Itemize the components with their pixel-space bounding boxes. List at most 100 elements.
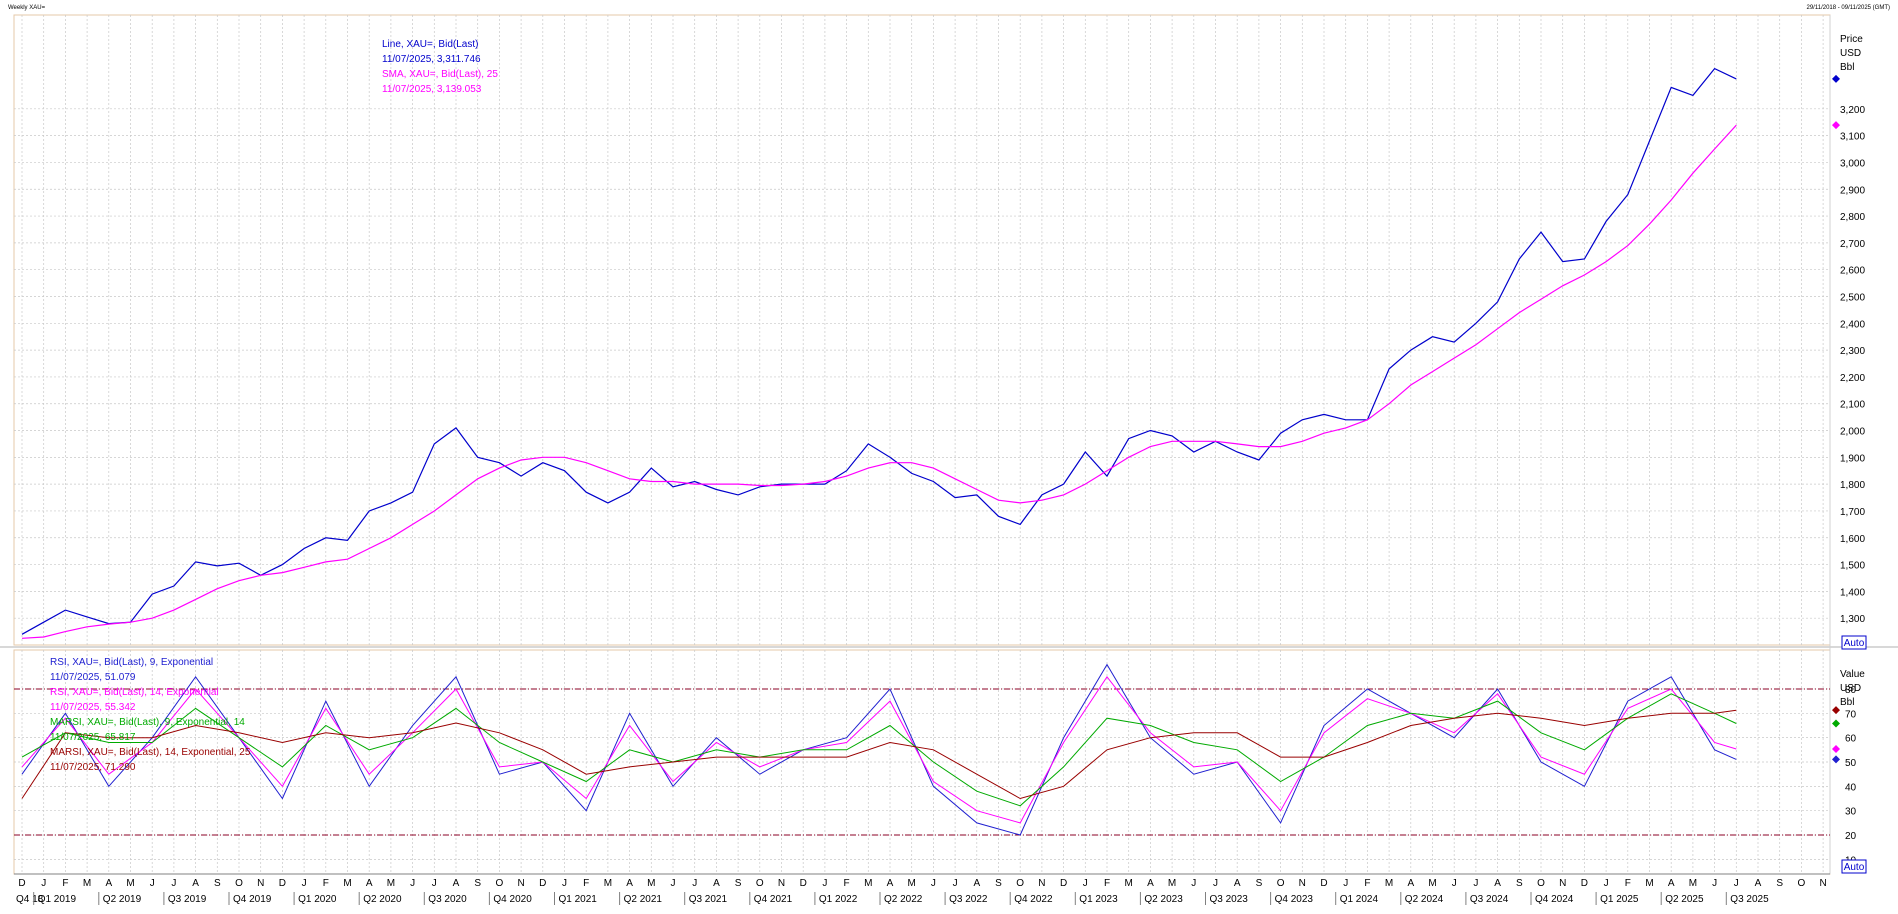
y-tick-label: 30 (1845, 807, 1857, 818)
x-month-label: J (692, 878, 697, 889)
x-month-label: M (864, 878, 872, 889)
x-month-label: J (1604, 878, 1609, 889)
x-quarter-label: Q2 2022 (884, 894, 923, 905)
marker-marsi14 (1832, 706, 1840, 715)
sma-series (21, 124, 1737, 639)
x-month-label: M (604, 878, 612, 889)
y-tick-label: 2,100 (1840, 400, 1865, 411)
x-month-label: A (1494, 878, 1501, 889)
x-month-label: J (931, 878, 936, 889)
x-month-label: S (1516, 878, 1523, 889)
price-line-series (21, 67, 1737, 635)
price-axis-title-usd: USD (1840, 48, 1861, 59)
price-series (21, 67, 1737, 639)
x-month-label: D (18, 878, 25, 889)
chart-window: Weekly XAU= 29/11/2018 - 09/11/2025 (GMT… (0, 0, 1898, 909)
x-month-label: M (1385, 878, 1393, 889)
date-range: 29/11/2018 - 09/11/2025 (GMT) (1807, 5, 1891, 11)
x-month-label: M (647, 878, 655, 889)
x-month-label: J (1712, 878, 1717, 889)
marker-rsi14 (1832, 744, 1840, 753)
x-quarter-label: Q1 2023 (1079, 894, 1118, 905)
x-month-label: A (192, 878, 199, 889)
indicator-y-axis: 1020304050607080 (1845, 685, 1857, 866)
x-month-label: J (671, 878, 676, 889)
x-month-label: S (1256, 878, 1263, 889)
x-month-label: F (1104, 878, 1110, 889)
rsi14-series (21, 675, 1737, 824)
x-month-label: D (279, 878, 286, 889)
x-month-label: N (778, 878, 785, 889)
x-month-label: J (1473, 878, 1478, 889)
x-month-label: A (1668, 878, 1675, 889)
x-month-label: J (562, 878, 567, 889)
x-month-label: J (41, 878, 46, 889)
legend-marsi14-value: 11/07/2025, 71.290 (50, 762, 136, 773)
x-month-label: F (323, 878, 329, 889)
y-tick-label: 1,500 (1840, 561, 1865, 572)
y-tick-label: 1,800 (1840, 480, 1865, 491)
y-tick-label: 2,300 (1840, 346, 1865, 357)
x-month-label: J (302, 878, 307, 889)
legend-line-value: 11/07/2025, 3,311.746 (382, 54, 481, 65)
x-month-label: O (756, 878, 764, 889)
x-month-label: S (474, 878, 481, 889)
x-quarter-label: Q2 2025 (1665, 894, 1704, 905)
x-quarter-label: Q1 2024 (1340, 894, 1379, 905)
legend-rsi14-label: RSI, XAU=, Bid(Last), 14, Exponential (50, 687, 219, 698)
x-quarter-label: Q3 2020 (428, 894, 467, 905)
x-month-label: A (453, 878, 460, 889)
legend-rsi14-value: 11/07/2025, 55.342 (50, 702, 136, 713)
legend-marsi9-label: MARSI, XAU=, Bid(Last), 9, Exponential, … (50, 717, 245, 728)
indicator-series (21, 663, 1737, 836)
y-tick-label: 20 (1845, 831, 1857, 842)
x-month-label: N (1299, 878, 1306, 889)
x-quarter-label: Q4 2023 (1275, 894, 1314, 905)
indicator-axis-title-value: Value (1840, 669, 1865, 680)
legend-rsi9-value: 11/07/2025, 51.079 (50, 672, 136, 683)
x-month-label: F (1625, 878, 1631, 889)
x-month-label: M (1168, 878, 1176, 889)
y-tick-label: 2,500 (1840, 292, 1865, 303)
indicator-grid (14, 650, 1830, 874)
x-month-label: F (62, 878, 68, 889)
y-tick-label: 1,300 (1840, 614, 1865, 625)
x-month-label: A (1234, 878, 1241, 889)
x-quarter-label: Q3 2022 (949, 894, 988, 905)
x-month-label: O (1798, 878, 1806, 889)
indicator-auto-button[interactable]: Auto (1841, 859, 1867, 874)
indicator-axis-title-bbl: Bbl (1840, 697, 1854, 708)
x-month-label: M (83, 878, 91, 889)
x-month-label: D (1581, 878, 1588, 889)
x-month-label: S (1776, 878, 1783, 889)
indicator-axis-title-usd: USD (1840, 683, 1861, 694)
x-month-label: N (517, 878, 524, 889)
price-auto-button[interactable]: Auto (1841, 635, 1867, 650)
x-month-label: J (150, 878, 155, 889)
chart-canvas[interactable]: Weekly XAU= 29/11/2018 - 09/11/2025 (GMT… (0, 0, 1898, 909)
x-axis-quarter-labels: Q4 18Q1 2019 Q2 2019 Q3 2019 Q4 2019 Q1 2020… (16, 892, 1769, 905)
x-month-label: O (1277, 878, 1285, 889)
x-month-label: J (822, 878, 827, 889)
legend-sma-label: SMA, XAU=, Bid(Last), 25 (382, 69, 498, 80)
y-tick-label: 60 (1845, 734, 1857, 745)
x-month-label: F (1364, 878, 1370, 889)
rsi9-series (21, 663, 1737, 836)
x-month-label: J (410, 878, 415, 889)
x-quarter-label: Q2 2021 (624, 894, 663, 905)
x-month-label: S (995, 878, 1002, 889)
indicator-auto-label: Auto (1844, 862, 1865, 873)
current-value-markers (1832, 74, 1840, 764)
x-quarter-label: Q3 2025 (1730, 894, 1769, 905)
x-month-label: A (887, 878, 894, 889)
x-month-label: F (844, 878, 850, 889)
x-month-label: D (539, 878, 546, 889)
x-quarter-label: Q4 2021 (754, 894, 793, 905)
x-month-label: A (1755, 878, 1762, 889)
chart-title: Weekly XAU= (8, 5, 46, 11)
x-month-label: M (1125, 878, 1133, 889)
x-quarter-label: Q3 2021 (689, 894, 728, 905)
x-month-label: A (973, 878, 980, 889)
x-quarter-label: Q3 2024 (1470, 894, 1509, 905)
price-panel[interactable] (13, 14, 1831, 646)
